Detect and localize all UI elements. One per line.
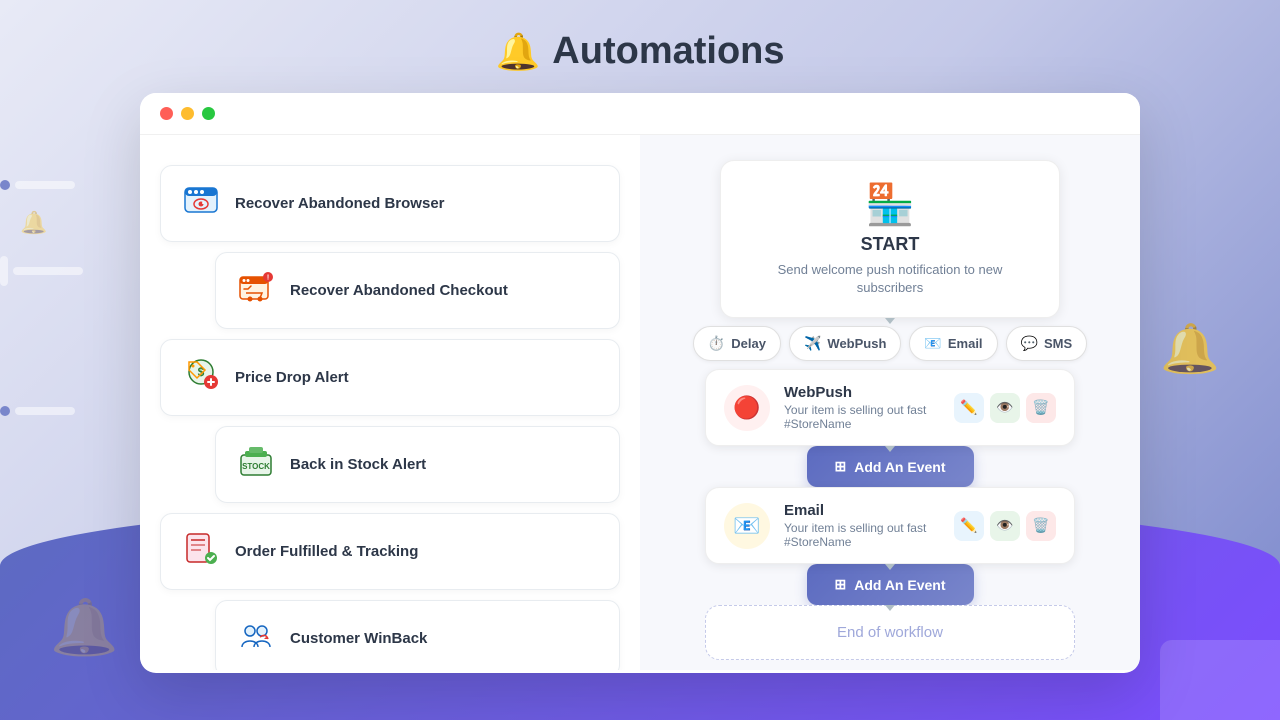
add-event-label-2: Add An Event — [854, 577, 945, 593]
add-event-label-1: Add An Event — [854, 459, 945, 475]
email-edit-button[interactable]: ✏️ — [954, 511, 984, 541]
automation-card-customer-winback[interactable]: Customer WinBack — [215, 600, 620, 670]
automation-card-order-fulfilled[interactable]: Order Fulfilled & Tracking — [160, 513, 620, 590]
email-node-type: Email — [784, 502, 940, 519]
order-fulfilled-icon — [181, 530, 221, 573]
automation-card-price-drop[interactable]: $ Price Drop Alert — [160, 339, 620, 416]
automation-card-recover-checkout[interactable]: ! Recover Abandoned Checkout — [215, 252, 620, 329]
start-icon: 🏪 — [751, 181, 1029, 228]
webpush-view-button[interactable]: 👁️ — [990, 393, 1020, 423]
start-label: START — [751, 234, 1029, 255]
main-window: Recover Abandoned Browser ! — [140, 93, 1140, 673]
delay-icon: ⏱️ — [708, 335, 725, 352]
page-title: Automations — [552, 30, 784, 73]
window-maximize-button[interactable] — [202, 107, 215, 120]
right-panel: 🏪 START Send welcome push notification t… — [640, 135, 1140, 670]
email-view-button[interactable]: 👁️ — [990, 511, 1020, 541]
email-node-content: Email Your item is selling out fast #Sto… — [784, 502, 940, 549]
left-panel: Recover Abandoned Browser ! — [140, 135, 640, 670]
sms-icon: 💬 — [1021, 335, 1038, 352]
delay-button[interactable]: ⏱️ Delay — [693, 326, 781, 361]
add-event-button-1[interactable]: ⊞ Add An Event — [807, 446, 974, 487]
header-bell-icon: 🔔 — [495, 31, 540, 73]
start-card: 🏪 START Send welcome push notification t… — [720, 160, 1060, 318]
recover-browser-icon — [181, 182, 221, 225]
customer-winback-label: Customer WinBack — [290, 630, 427, 647]
decorative-bell-left: 🔔 — [50, 595, 118, 660]
page-header: 🔔 Automations — [0, 0, 1280, 93]
email-delete-button[interactable]: 🗑️ — [1026, 511, 1056, 541]
webpush-button[interactable]: ✈️ WebPush — [789, 326, 901, 361]
recover-checkout-label: Recover Abandoned Checkout — [290, 282, 508, 299]
webpush-node-icon: 🔴 — [733, 395, 760, 421]
webpush-node-type: WebPush — [784, 384, 940, 401]
webpush-edit-button[interactable]: ✏️ — [954, 393, 984, 423]
email-node-card: 📧 Email Your item is selling out fast #S… — [705, 487, 1075, 564]
webpush-node-content: WebPush Your item is selling out fast #S… — [784, 384, 940, 431]
webpush-label: WebPush — [827, 336, 886, 351]
email-button[interactable]: 📧 Email — [909, 326, 997, 361]
price-drop-icon: $ — [181, 356, 221, 399]
recover-browser-label: Recover Abandoned Browser — [235, 195, 445, 212]
back-in-stock-icon: STOCK — [236, 443, 276, 486]
price-drop-label: Price Drop Alert — [235, 369, 349, 386]
webpush-node-icon-wrap: 🔴 — [724, 385, 770, 431]
webpush-node-card: 🔴 WebPush Your item is selling out fast … — [705, 369, 1075, 446]
svg-text:!: ! — [267, 275, 269, 282]
email-node-icon-wrap: 📧 — [724, 503, 770, 549]
recover-checkout-icon: ! — [236, 269, 276, 312]
email-icon: 📧 — [924, 335, 941, 352]
automation-card-back-in-stock[interactable]: STOCK Back in Stock Alert — [215, 426, 620, 503]
bottom-right-decoration — [1160, 640, 1280, 720]
end-of-workflow-card: End of workflow — [705, 605, 1075, 660]
webpush-delete-button[interactable]: 🗑️ — [1026, 393, 1056, 423]
end-label: End of workflow — [837, 624, 943, 641]
left-decorations: 🔔 — [0, 180, 83, 436]
window-minimize-button[interactable] — [181, 107, 194, 120]
start-description: Send welcome push notification to new su… — [751, 261, 1029, 297]
webpush-node-desc: Your item is selling out fast #StoreName — [784, 403, 940, 431]
back-in-stock-label: Back in Stock Alert — [290, 456, 426, 473]
window-titlebar — [140, 93, 1140, 135]
sms-button[interactable]: 💬 SMS — [1006, 326, 1088, 361]
email-node-desc: Your item is selling out fast #StoreName — [784, 521, 940, 549]
webpush-icon: ✈️ — [804, 335, 821, 352]
add-event-button-2[interactable]: ⊞ Add An Event — [807, 564, 974, 605]
window-body: Recover Abandoned Browser ! — [140, 135, 1140, 670]
customer-winback-icon — [236, 617, 276, 660]
automation-card-recover-browser[interactable]: Recover Abandoned Browser — [160, 165, 620, 242]
email-label: Email — [948, 336, 983, 351]
decorative-bell-right: 🔔 — [1160, 320, 1220, 377]
event-buttons-row: ⏱️ Delay ✈️ WebPush 📧 Email 💬 SMS — [693, 326, 1087, 361]
email-node-actions: ✏️ 👁️ 🗑️ — [954, 511, 1056, 541]
sms-label: SMS — [1044, 336, 1072, 351]
webpush-node-actions: ✏️ 👁️ 🗑️ — [954, 393, 1056, 423]
order-fulfilled-label: Order Fulfilled & Tracking — [235, 543, 418, 560]
email-node-icon: 📧 — [733, 513, 760, 539]
add-event-icon-2: ⊞ — [835, 576, 847, 593]
add-event-icon-1: ⊞ — [835, 458, 847, 475]
delay-label: Delay — [731, 336, 766, 351]
svg-text:STOCK: STOCK — [242, 462, 270, 471]
window-close-button[interactable] — [160, 107, 173, 120]
